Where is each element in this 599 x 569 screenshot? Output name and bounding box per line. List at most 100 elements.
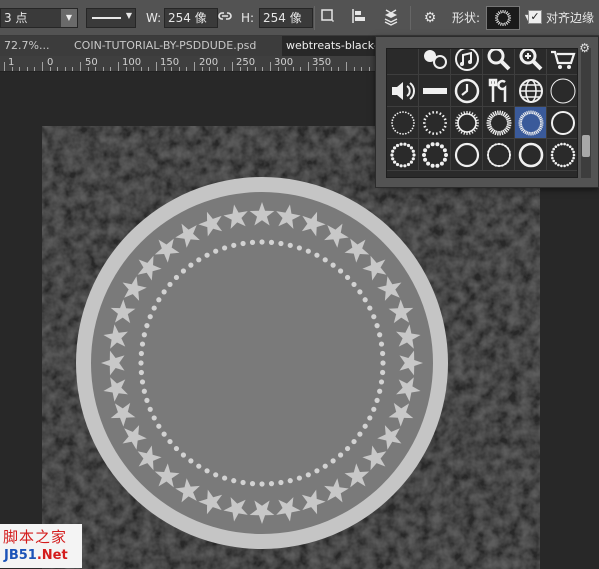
dot-mark: [344, 274, 351, 281]
dot-mark: [378, 379, 385, 385]
bead-ring-2-icon[interactable]: [419, 139, 451, 171]
ruler-tick: [216, 67, 218, 71]
gear-icon[interactable]: ⚙: [579, 41, 590, 55]
dot-mark: [147, 406, 153, 412]
dot-ring-2-icon[interactable]: [483, 139, 515, 171]
ruler-tick: [292, 67, 294, 71]
tools-icon[interactable]: [483, 75, 515, 107]
watermark-domain-suffix: .Net: [36, 548, 68, 563]
ruler-tick: [330, 67, 332, 71]
gear-icon[interactable]: ⚙: [420, 8, 440, 28]
ring-icon[interactable]: [547, 107, 577, 139]
scrollbar-thumb[interactable]: [582, 135, 590, 157]
dot-mark: [378, 341, 385, 347]
dot-mark: [367, 305, 373, 311]
ruler-tick: [254, 67, 256, 71]
dot-ring-3-icon[interactable]: [515, 139, 547, 171]
align-edges-checkbox[interactable]: ✓: [528, 10, 542, 24]
ruler-tick: [262, 67, 264, 71]
height-field[interactable]: 254 像: [259, 8, 313, 28]
custom-shape-panel[interactable]: ⚙: [375, 36, 599, 188]
dot-mark: [249, 481, 256, 487]
width-field[interactable]: 254 像: [164, 8, 218, 28]
bar-icon[interactable]: [419, 75, 451, 107]
weather-icon[interactable]: [419, 49, 451, 75]
chevron-down-icon[interactable]: ▼: [61, 9, 77, 27]
dot-mark: [314, 252, 320, 258]
dot-mark: [268, 481, 275, 487]
ruler-tick: [4, 62, 5, 71]
dot-mark: [259, 239, 265, 245]
dot-mark: [188, 458, 194, 464]
chevron-down-icon: ▼: [125, 11, 132, 20]
zoom-in-icon[interactable]: [515, 49, 547, 75]
ruler-tick: [338, 67, 340, 71]
shape-cell-empty[interactable]: [387, 49, 419, 75]
dot-mark: [156, 297, 162, 303]
shopping-cart-icon[interactable]: [547, 49, 577, 75]
site-watermark: 脚本之家 JB51.Net: [0, 524, 82, 568]
dot-ring-icon[interactable]: [451, 139, 483, 171]
dot-mark: [351, 281, 357, 288]
ruler-tick: [178, 67, 180, 71]
shape-panel-scrollbar[interactable]: [581, 48, 591, 178]
circle-frame-icon[interactable]: [547, 75, 577, 107]
clock-icon[interactable]: [451, 75, 483, 107]
dot-ring-4-icon[interactable]: [547, 139, 577, 171]
path-operations-icon[interactable]: [318, 8, 338, 28]
dot-mark: [204, 252, 210, 258]
dot-mark: [268, 239, 275, 245]
tab-label: COIN-TUTORIAL-BY-PSDDUDE.psd: [74, 39, 257, 52]
dot-mark: [362, 297, 368, 303]
stroke-type-select[interactable]: ▼: [86, 8, 136, 28]
ruler-tick: [34, 67, 36, 71]
ruler-tick: [49, 67, 51, 71]
dot-mark: [351, 438, 357, 445]
ruler-tick: [368, 67, 370, 71]
shape-picker[interactable]: ▼: [486, 6, 531, 30]
bead-ring-icon[interactable]: [387, 139, 419, 171]
dot-mark: [151, 415, 157, 421]
path-alignment-icon[interactable]: [349, 8, 369, 28]
tab-document-2[interactable]: COIN-TUTORIAL-BY-PSDDUDE.psd: [70, 36, 280, 56]
dot-mark: [231, 242, 237, 248]
ruler-tick: [148, 67, 150, 71]
sunburst-ring-icon[interactable]: [483, 107, 515, 139]
dot-mark: [322, 463, 328, 469]
ruler-tick: [308, 62, 309, 71]
magnifier-icon[interactable]: [483, 49, 515, 75]
tab-document-1[interactable]: 72.7%...: [0, 36, 62, 56]
tab-document-3[interactable]: webtreats-black-: [282, 36, 376, 56]
coin-shape[interactable]: [42, 126, 540, 569]
ruler-tick: [300, 67, 302, 71]
dot-mark: [305, 248, 311, 254]
dot-mark: [374, 323, 380, 329]
dot-mark: [161, 431, 167, 437]
document-canvas[interactable]: [42, 126, 540, 569]
height-label: H:: [241, 11, 255, 25]
dot-mark: [296, 245, 302, 251]
stroke-size-select[interactable]: 3 点 ▼: [0, 8, 78, 28]
dot-mark: [141, 332, 147, 338]
dot-mark: [196, 257, 202, 263]
dot-mark: [213, 472, 219, 478]
dot-mark: [330, 458, 336, 464]
dot-mark: [156, 423, 162, 429]
ruler-tick: [315, 67, 317, 71]
align-edges-label: 对齐边缘: [546, 11, 595, 25]
ruler-tick: [277, 67, 279, 71]
dotted-ring-icon[interactable]: [387, 107, 419, 139]
dot-mark: [374, 397, 380, 403]
speaker-icon[interactable]: [387, 75, 419, 107]
starburst-ring-icon[interactable]: [515, 107, 547, 139]
dashed-ring-icon[interactable]: [419, 107, 451, 139]
globe-icon[interactable]: [515, 75, 547, 107]
dot-mark: [222, 245, 228, 251]
ruler-tick: [102, 67, 104, 71]
shape-grid[interactable]: [386, 48, 578, 178]
dot-mark: [362, 423, 368, 429]
path-arrangement-icon[interactable]: [381, 8, 401, 28]
music-notes-icon[interactable]: [451, 49, 483, 75]
spiked-ring-icon[interactable]: [451, 107, 483, 139]
link-icon[interactable]: [218, 9, 232, 27]
